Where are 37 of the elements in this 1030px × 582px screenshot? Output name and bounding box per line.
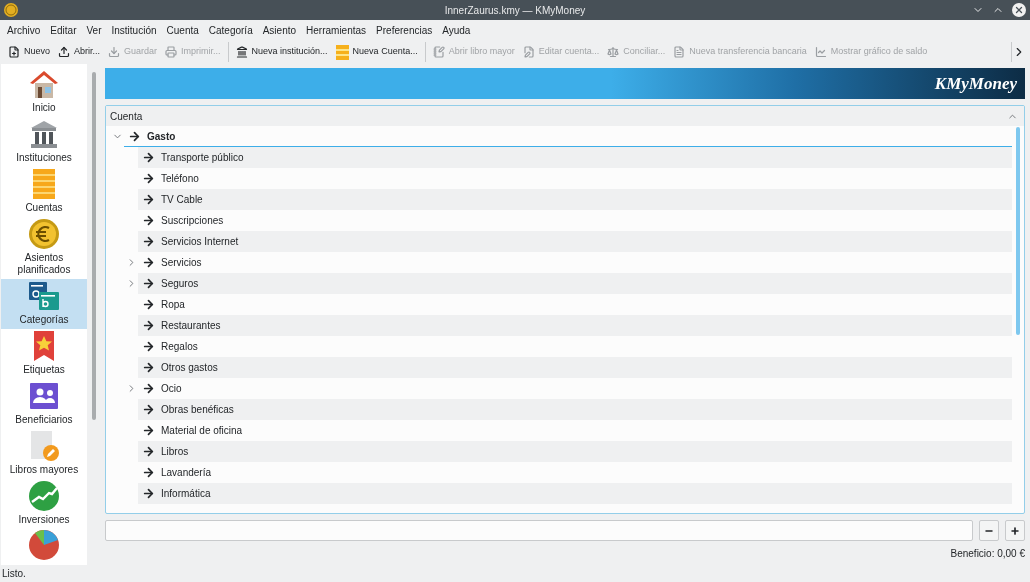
profit-label: Beneficio: 0,00 € (950, 547, 1025, 561)
sidebar-item[interactable]: Cuentas (1, 167, 87, 217)
tree-row[interactable]: Otros gastos (138, 357, 1012, 378)
sidebar-item[interactable]: Etiquetas (1, 329, 87, 379)
sidebar-item[interactable]: Categorías (1, 279, 87, 329)
menu-item[interactable]: Herramientas (301, 22, 372, 38)
menu-item[interactable]: Asiento (257, 22, 302, 38)
banner-logo: KMyMoney (934, 72, 1017, 95)
sidebar-item[interactable]: Instituciones (1, 117, 87, 167)
status-text: Listo. (2, 567, 26, 581)
window-title: InnerZaurus.kmy — KMyMoney (444, 3, 586, 18)
menu-item[interactable]: Archivo (2, 22, 46, 38)
tree-row[interactable]: TV Cable (138, 189, 1012, 210)
tree-row[interactable]: Libros (138, 441, 1012, 462)
tree-row[interactable]: Informática (138, 483, 1012, 504)
tree-row[interactable]: Servicios Internet (138, 231, 1012, 252)
sidebar-item[interactable]: Asientos planificados (1, 217, 87, 279)
menu-item[interactable]: Ver (81, 22, 107, 38)
menu-item[interactable]: Editar (45, 22, 82, 38)
sidebar-item[interactable]: Inicio (1, 67, 87, 117)
menu-item[interactable]: Ayuda (437, 22, 476, 38)
tree-row[interactable]: Transporte público (138, 147, 1012, 168)
menu-item[interactable]: Institución (106, 22, 162, 38)
menu-item[interactable]: Categoría (203, 22, 258, 38)
toolbar-button[interactable]: Nueva Cuenta... (331, 42, 422, 62)
tree-row[interactable]: Restaurantes (138, 315, 1012, 336)
sidebar-item[interactable]: Beneficiarios (1, 379, 87, 429)
sidebar-item[interactable]: Libros mayores (1, 429, 87, 479)
toolbar-button[interactable]: Nueva institución... (231, 42, 332, 62)
sidebar-item[interactable]: Inversiones (1, 479, 87, 529)
tree-row[interactable]: Seguros (138, 273, 1012, 294)
menu-item[interactable]: Preferencias (371, 22, 438, 38)
column-header[interactable]: Cuenta (106, 106, 1024, 126)
toolbar-button[interactable]: Nuevo (4, 42, 54, 62)
tree-row[interactable]: Obras benéficas (138, 399, 1012, 420)
toolbar-button[interactable]: Abrir... (54, 42, 105, 62)
menu-item[interactable]: Cuenta (161, 22, 204, 38)
